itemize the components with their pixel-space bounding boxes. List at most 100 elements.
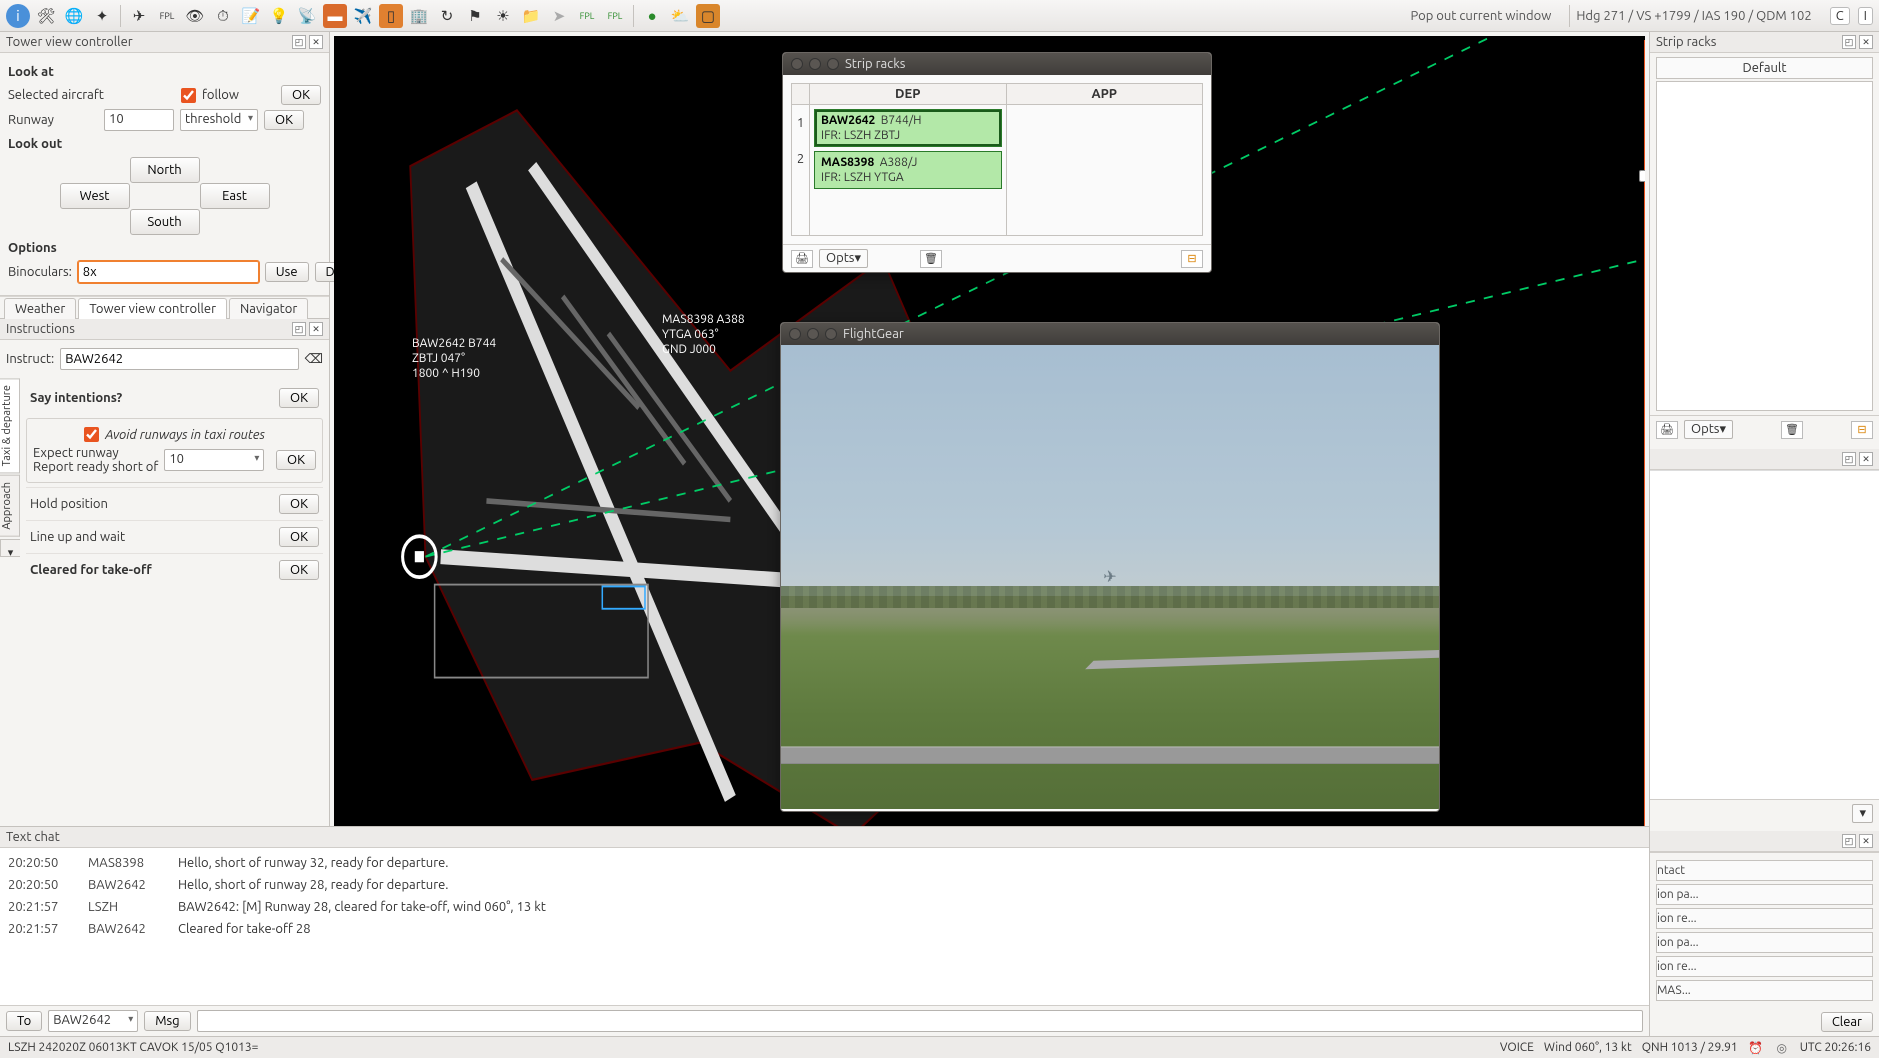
rack-shelf-icon[interactable]: ⊟ [1851, 421, 1873, 439]
north-button[interactable]: North [130, 157, 200, 183]
fpl2-icon[interactable]: FPL [575, 4, 599, 28]
notif-item[interactable]: MAS... [1656, 980, 1873, 1001]
lineup-ok[interactable]: OK [279, 527, 319, 547]
chat-log[interactable]: 20:20:50MAS8398Hello, short of runway 32… [0, 848, 1649, 1005]
win-min-icon[interactable] [809, 58, 821, 70]
rack-opts-button[interactable]: Opts▾ [1684, 420, 1733, 439]
eye-icon[interactable]: 👁 [183, 4, 207, 28]
west-button[interactable]: West [60, 183, 130, 209]
flightgear-titlebar[interactable]: FlightGear [781, 323, 1439, 345]
strip-opts-button[interactable]: Opts▾ [819, 249, 868, 268]
lightbulb-icon[interactable]: 💡 [267, 4, 291, 28]
chat-msg-input[interactable] [197, 1010, 1643, 1032]
cleared-ok[interactable]: OK [279, 560, 319, 580]
plane-blue-icon[interactable]: ✈ [127, 4, 151, 28]
rack-print-icon[interactable]: 🖨 [1656, 421, 1678, 439]
strip-print-icon[interactable]: 🖨 [791, 250, 813, 268]
follow-checkbox[interactable] [181, 88, 196, 103]
clear-button[interactable]: Clear [1821, 1012, 1873, 1032]
win-max-icon[interactable] [827, 58, 839, 70]
sun-icon[interactable]: ☀ [491, 4, 515, 28]
folder-icon[interactable]: 📁 [519, 4, 543, 28]
wrench-icon[interactable]: 🛠 [34, 4, 58, 28]
dropdown-icon[interactable]: ▾ [1852, 804, 1873, 823]
win-close-icon[interactable] [789, 328, 801, 340]
rack-delete-icon[interactable]: 🗑 [1781, 421, 1803, 439]
strip-delete-icon[interactable]: 🗑 [920, 250, 942, 268]
flightgear-window[interactable]: FlightGear ✈ [780, 322, 1440, 812]
strip-shelf-icon[interactable]: ⊟ [1181, 250, 1203, 268]
compass-icon[interactable]: ✦ [90, 4, 114, 28]
detach-icon[interactable]: ◰ [292, 35, 306, 49]
alarm-icon[interactable]: ⏰ [1748, 1040, 1764, 1056]
win-min-icon[interactable] [807, 328, 819, 340]
info-icon[interactable]: i [6, 4, 30, 28]
tower-icon[interactable]: 🏢 [407, 4, 431, 28]
flightgear-3d-view[interactable]: ✈ [781, 345, 1439, 809]
strip-racks-titlebar[interactable]: Strip racks [783, 53, 1211, 75]
east-button[interactable]: East [200, 183, 270, 209]
popout-link[interactable]: Pop out current window [1410, 9, 1551, 23]
detach-icon[interactable]: ◰ [292, 322, 306, 336]
close-icon[interactable]: ✕ [1859, 834, 1873, 848]
hold-ok[interactable]: OK [279, 494, 319, 514]
notif-item[interactable]: ion re... [1656, 956, 1873, 977]
avoid-runways-checkbox[interactable] [84, 427, 99, 442]
binoculars-input[interactable] [78, 261, 259, 283]
close-icon[interactable]: ✕ [1859, 452, 1873, 466]
target-icon[interactable]: ◎ [1774, 1040, 1790, 1056]
fpl-icon[interactable]: FPL [155, 4, 179, 28]
weather-icon[interactable]: ⛅ [668, 4, 692, 28]
flag-icon[interactable]: ⚑ [463, 4, 487, 28]
arrow-icon[interactable]: ➤ [547, 4, 571, 28]
rwy-icon[interactable]: ▬ [323, 4, 347, 28]
use-button[interactable]: Use [265, 262, 309, 282]
lookat-ok-button[interactable]: OK [281, 85, 321, 105]
tab-tower[interactable]: Tower view controller [78, 298, 227, 319]
close-icon[interactable]: ✕ [1859, 35, 1873, 49]
clear-instruct-icon[interactable]: ⌫ [305, 352, 323, 367]
stopwatch-icon[interactable]: ⏱ [211, 4, 235, 28]
strip-mas8398[interactable]: MAS8398 A388/J IFR: LSZH YTGA [814, 151, 1002, 189]
side-tab-taxi-departure[interactable]: Taxi & departure [0, 378, 20, 473]
strip-baw2642[interactable]: BAW2642 B744/H IFR: LSZH ZBTJ [814, 109, 1002, 147]
chat-to-button[interactable]: To [6, 1011, 42, 1031]
south-button[interactable]: South [130, 209, 200, 235]
instruct-input[interactable] [60, 348, 298, 370]
antenna-icon[interactable]: 📡 [295, 4, 319, 28]
default-rack-body[interactable] [1656, 81, 1873, 411]
close-icon[interactable]: ✕ [309, 35, 323, 49]
side-tab-more-icon[interactable]: ▾ [0, 539, 20, 557]
chat-msg-button[interactable]: Msg [144, 1011, 190, 1031]
orange-sq-icon[interactable]: ▢ [696, 4, 720, 28]
close-icon[interactable]: ✕ [309, 322, 323, 336]
c-button[interactable]: C [1830, 7, 1850, 25]
runway-ok-button[interactable]: OK [264, 110, 304, 130]
green-dot-icon[interactable]: ● [640, 4, 664, 28]
tab-weather[interactable]: Weather [4, 298, 76, 319]
notif-item[interactable]: ion pa... [1656, 932, 1873, 953]
side-tab-approach[interactable]: Approach [0, 475, 20, 537]
note-icon[interactable]: 📝 [239, 4, 263, 28]
default-rack-label[interactable]: Default [1656, 57, 1873, 79]
loop-icon[interactable]: ↻ [435, 4, 459, 28]
runway-spin[interactable]: 10 [104, 109, 174, 131]
globe-icon[interactable]: 🌐 [62, 4, 86, 28]
expect-runway-select[interactable]: 10 [164, 449, 264, 471]
i-button[interactable]: I [1858, 7, 1873, 25]
say-intentions-ok[interactable]: OK [279, 388, 319, 408]
detach-icon[interactable]: ◰ [1842, 452, 1856, 466]
orange-box-icon[interactable]: ▯ [379, 4, 403, 28]
win-max-icon[interactable] [825, 328, 837, 340]
tab-navigator[interactable]: Navigator [229, 298, 308, 319]
chat-to-select[interactable]: BAW2642 [48, 1010, 138, 1032]
detach-icon[interactable]: ◰ [1842, 35, 1856, 49]
notif-item[interactable]: ntact [1656, 860, 1873, 881]
expect-ok[interactable]: OK [276, 450, 316, 470]
threshold-select[interactable]: threshold [180, 109, 258, 131]
fpl3-icon[interactable]: FPL [603, 4, 627, 28]
notif-item[interactable]: ion re... [1656, 908, 1873, 929]
detach-icon[interactable]: ◰ [1842, 834, 1856, 848]
win-close-icon[interactable] [791, 58, 803, 70]
strip-racks-window[interactable]: Strip racks 1 2 DEP BAW2642 B744/H IFR: … [782, 52, 1212, 273]
